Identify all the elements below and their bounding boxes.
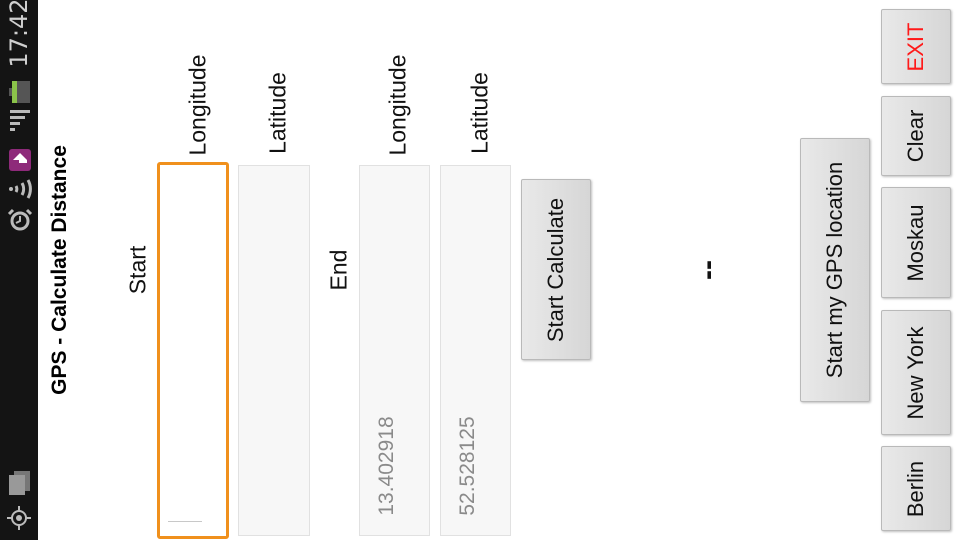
start-longitude-input[interactable] (157, 162, 229, 539)
berlin-label: Berlin (903, 460, 928, 517)
start-latitude-input[interactable] (238, 165, 310, 536)
new-york-label: New York (903, 326, 928, 419)
signal-icon (10, 110, 30, 131)
end-latitude-label: Latitude (466, 72, 493, 154)
exit-button[interactable]: EXIT (881, 9, 951, 84)
new-york-button[interactable]: New York (881, 310, 951, 435)
end-label: End (325, 249, 352, 291)
end-longitude-value: 13.402918 (375, 416, 398, 516)
alarm-icon (7, 208, 33, 231)
moskau-button[interactable]: Moskau (881, 187, 951, 298)
status-time: 17:42 (5, 0, 33, 68)
text-cursor (168, 521, 202, 522)
start-latitude-label: Latitude (264, 72, 291, 154)
end-longitude-input[interactable]: 13.402918 (359, 165, 430, 536)
start-gps-location-button[interactable]: Start my GPS location (800, 138, 870, 402)
end-latitude-input[interactable]: 52.528125 (440, 165, 511, 536)
start-label: Start (124, 245, 151, 295)
notification-icon (9, 471, 30, 495)
wifi-icon (9, 179, 32, 199)
start-gps-location-label: Start my GPS location (822, 161, 847, 379)
clear-label: Clear (903, 109, 928, 163)
page-title: GPS - Calculate Distance (48, 145, 71, 395)
start-calculate-label: Start Calculate (543, 197, 568, 342)
berlin-button[interactable]: Berlin (881, 446, 951, 531)
moskau-label: Moskau (903, 203, 928, 282)
start-calculate-button[interactable]: Start Calculate (521, 179, 591, 360)
clear-button[interactable]: Clear (881, 96, 951, 176)
exit-label: EXIT (903, 22, 928, 71)
download-icon (9, 149, 31, 171)
status-bar: 17:42 (0, 0, 38, 540)
end-latitude-value: 52.528125 (456, 416, 479, 516)
gps-icon (7, 506, 31, 530)
end-longitude-label: Longitude (384, 54, 411, 156)
start-longitude-label: Longitude (184, 54, 211, 156)
distance-result: -- (691, 260, 724, 280)
battery-icon (9, 81, 30, 103)
